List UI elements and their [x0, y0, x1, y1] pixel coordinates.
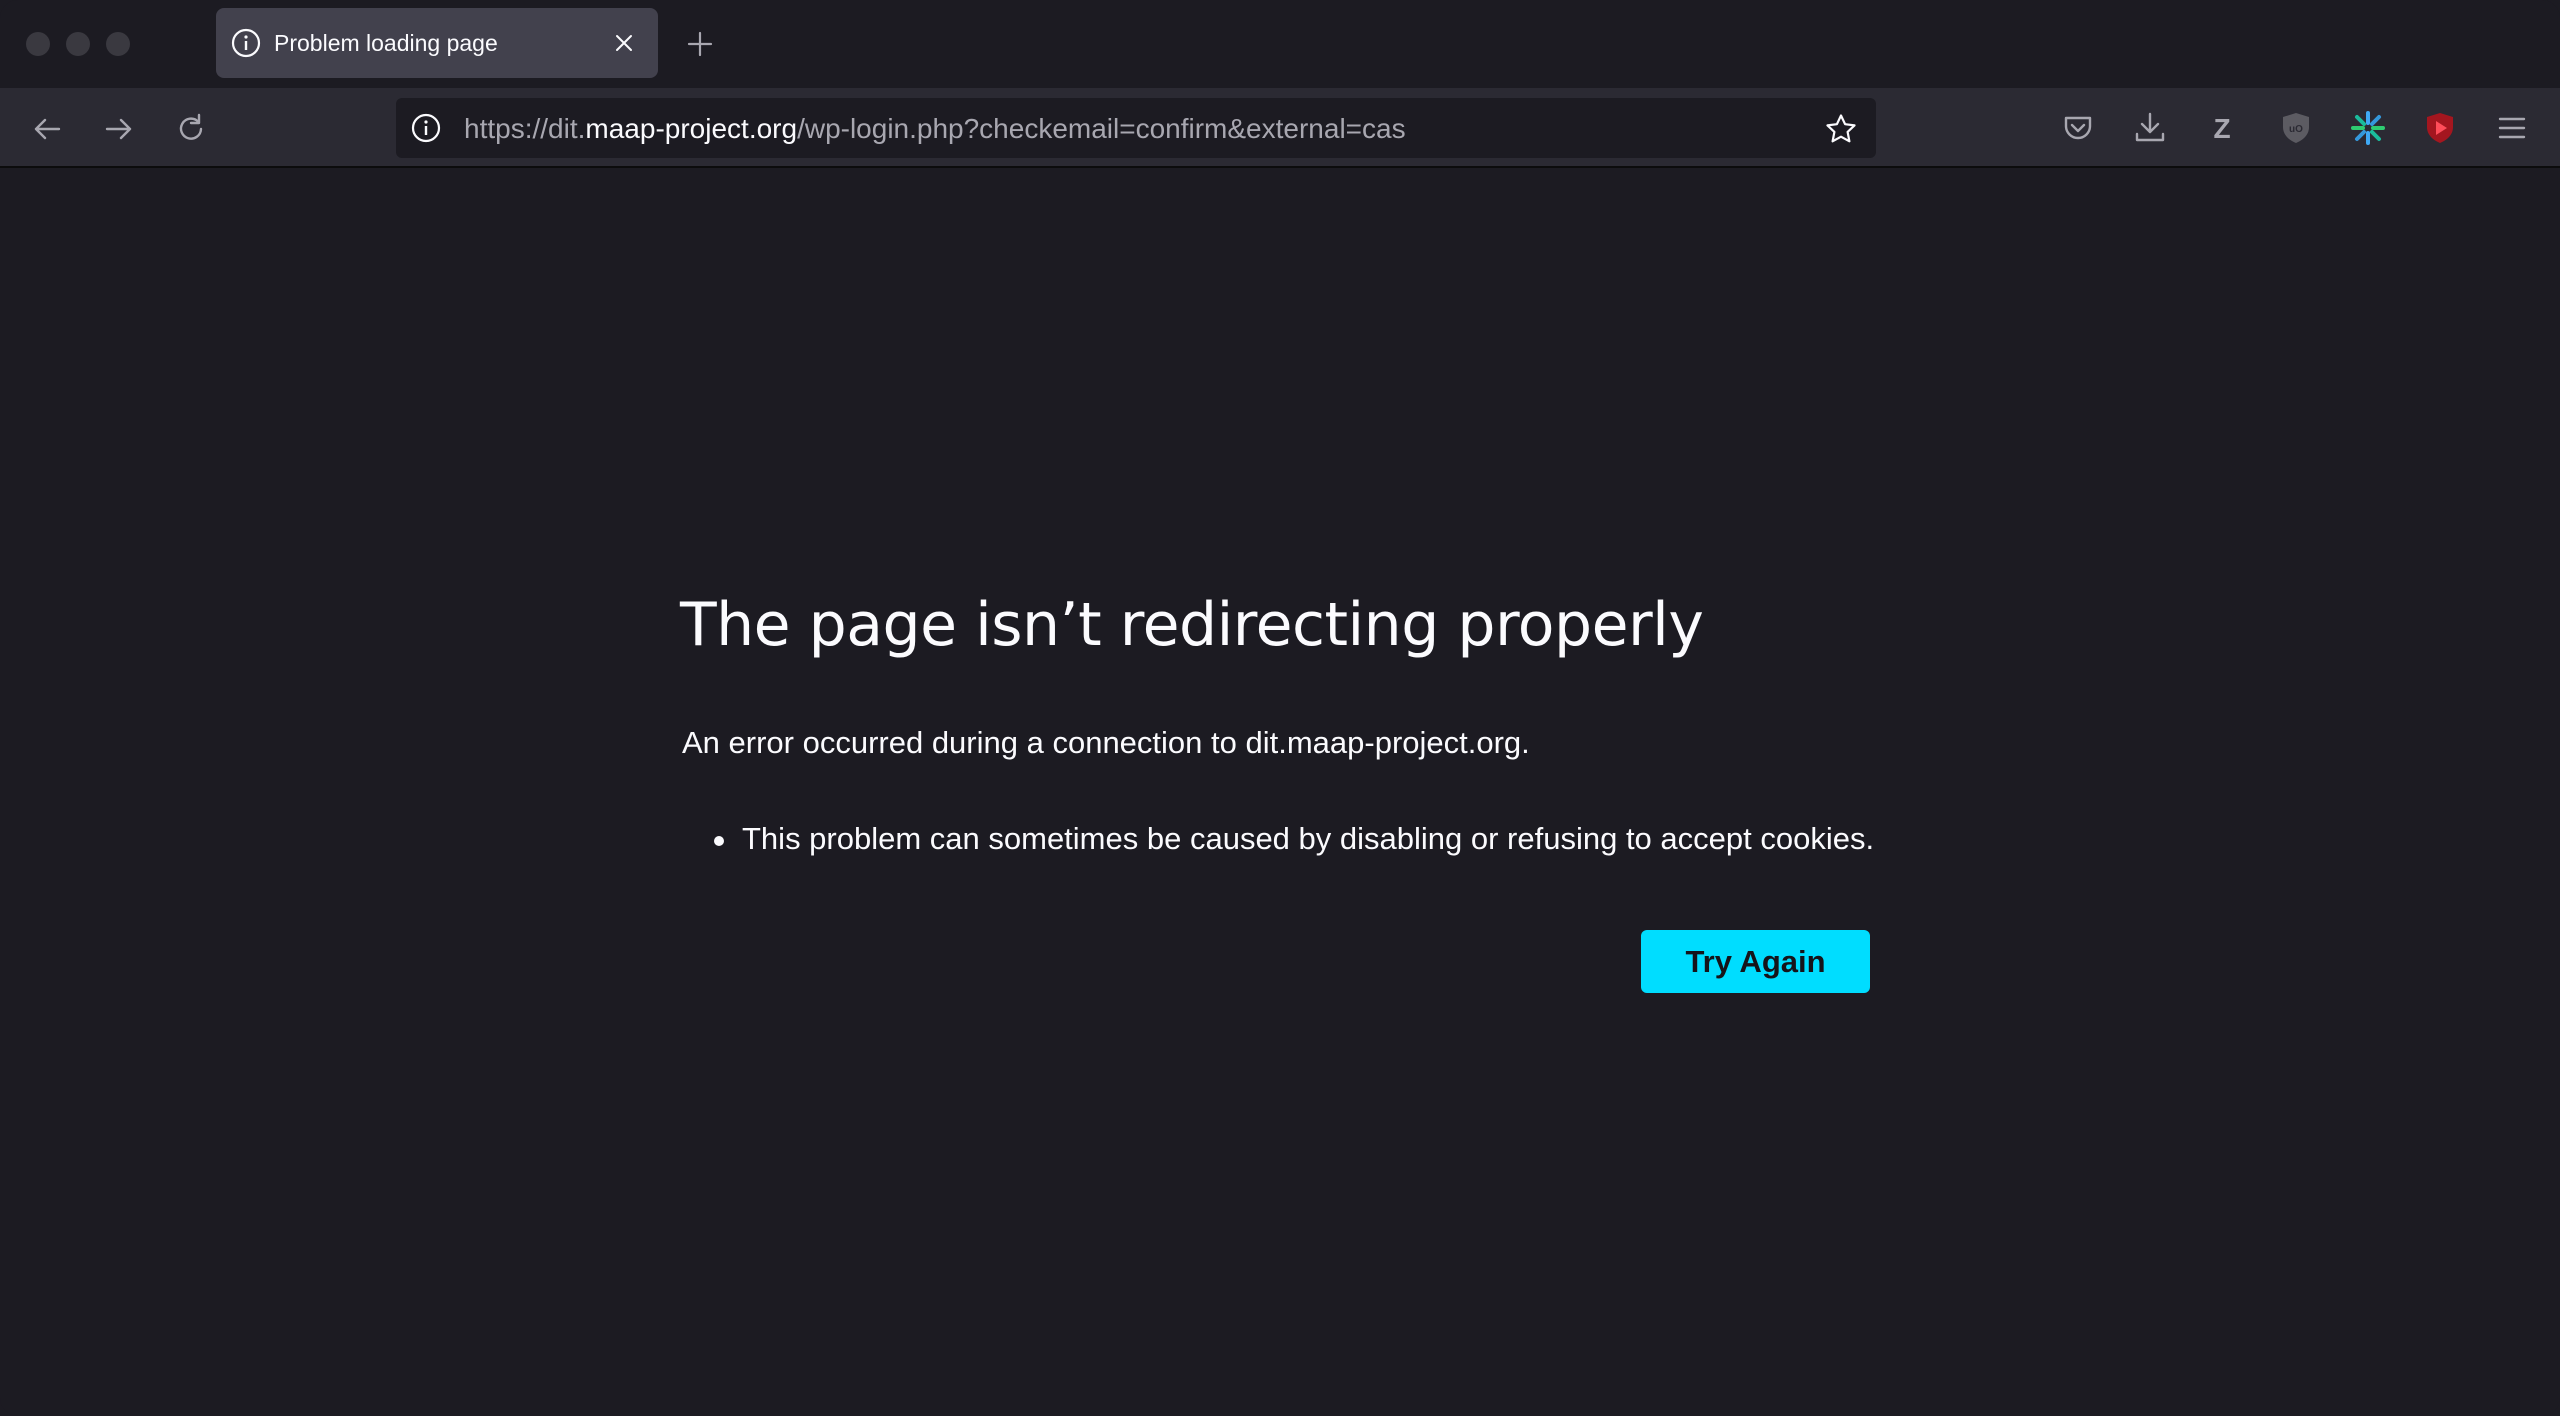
pocket-icon[interactable] [2060, 110, 2096, 146]
info-icon [230, 27, 262, 59]
asterisk-extension-icon[interactable] [2350, 110, 2386, 146]
close-icon[interactable] [612, 31, 636, 55]
url-path: /wp-login.php?checkemail=confirm&externa… [797, 113, 1406, 144]
url-prefix: https://dit. [464, 113, 586, 144]
video-extension-icon[interactable] [2422, 110, 2458, 146]
suggestion-text: This problem can sometimes be caused by … [742, 821, 1875, 856]
back-arrow-icon[interactable] [30, 112, 64, 146]
error-description: An error occurred during a connection to… [682, 725, 1530, 760]
star-icon[interactable] [1824, 112, 1858, 146]
download-icon[interactable] [2132, 110, 2168, 146]
window-minimize-button[interactable] [66, 32, 90, 56]
site-info-icon[interactable] [410, 112, 442, 144]
ublock-icon[interactable]: uO [2278, 110, 2314, 146]
error-page: The page isn’t redirecting properly An e… [0, 170, 2560, 1416]
tab-title: Problem loading page [274, 30, 498, 56]
window-zoom-button[interactable] [106, 32, 130, 56]
plus-icon[interactable] [686, 30, 714, 58]
list-item: This problem can sometimes be caused by … [714, 821, 1874, 857]
menu-icon[interactable] [2494, 110, 2530, 146]
reload-icon[interactable] [174, 112, 208, 146]
tab-problem-loading-page[interactable]: Problem loading page [216, 8, 658, 78]
url-bar[interactable]: https://dit.maap-project.org/wp-login.ph… [396, 98, 1876, 158]
tab-strip: Problem loading page [0, 0, 2560, 88]
error-title: The page isn’t redirecting properly [680, 590, 1704, 660]
try-again-button[interactable]: Try Again [1641, 930, 1870, 993]
error-suggestions: This problem can sometimes be caused by … [714, 821, 1874, 857]
bullet-icon [714, 836, 724, 846]
svg-text:uO: uO [2289, 124, 2303, 135]
url-text[interactable]: https://dit.maap-project.org/wp-login.ph… [464, 113, 1406, 145]
forward-arrow-icon[interactable] [102, 112, 136, 146]
window-close-button[interactable] [26, 32, 50, 56]
navigation-toolbar: https://dit.maap-project.org/wp-login.ph… [0, 88, 2560, 168]
svg-text:Z: Z [2213, 113, 2230, 144]
zotero-icon[interactable]: Z [2204, 110, 2240, 146]
url-host: maap-project.org [585, 113, 798, 144]
browser-window: Problem loading page https://dit.maap-pr… [0, 0, 2560, 1416]
